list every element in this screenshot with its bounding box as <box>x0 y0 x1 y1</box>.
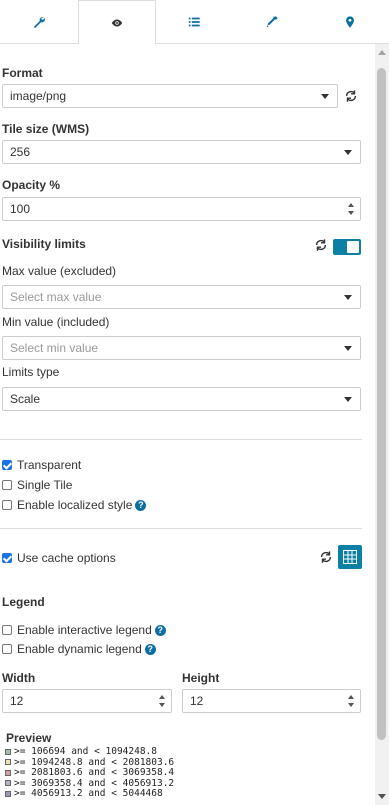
checkbox-unchecked[interactable] <box>2 644 12 654</box>
width-input[interactable]: 12 <box>2 689 172 713</box>
help-icon[interactable]: ? <box>144 643 156 655</box>
max-value-select[interactable]: Select max value <box>2 285 361 309</box>
limits-type-label: Limits type <box>2 365 60 379</box>
help-icon[interactable]: ? <box>135 499 147 511</box>
legend-entry: >= 4056913.2 and < 5044468 <box>5 788 163 799</box>
height-label: Height <box>182 671 220 685</box>
legend-entry: >= 3069358.4 and < 4056913.2 <box>5 778 174 789</box>
width-label: Width <box>2 671 36 685</box>
checkbox-checked[interactable] <box>2 460 12 470</box>
localized-style-label: Enable localized style <box>17 498 133 512</box>
single-tile-label: Single Tile <box>17 478 73 492</box>
legend-swatch <box>5 780 11 787</box>
opacity-stepper[interactable] <box>345 198 357 220</box>
dynamic-legend-label: Enable dynamic legend <box>17 642 142 656</box>
scrollbar-thumb[interactable] <box>377 68 386 740</box>
scroll-up-arrow[interactable] <box>378 50 386 55</box>
wrench-icon <box>33 16 45 28</box>
transparent-checkbox[interactable]: Transparent <box>2 458 81 472</box>
single-tile-checkbox[interactable]: Single Tile <box>2 478 72 492</box>
interactive-legend-label: Enable interactive legend <box>17 623 152 637</box>
format-select[interactable]: image/png <box>2 84 338 108</box>
grid-icon <box>343 550 357 564</box>
checkbox-unchecked[interactable] <box>2 625 12 635</box>
legend-entry-label: >= 2081803.6 and < 3069358.4 <box>14 767 175 779</box>
legend-swatch <box>5 769 11 776</box>
localized-style-checkbox[interactable]: Enable localized style ? <box>2 498 147 512</box>
legend-entry: >= 2081803.6 and < 3069358.4 <box>5 767 174 778</box>
opacity-value: 100 <box>10 202 31 216</box>
checkbox-checked[interactable] <box>2 553 12 563</box>
divider <box>0 528 362 529</box>
format-label: Format <box>2 66 43 80</box>
legend-entry-label: >= 4056913.2 and < 5044468 <box>14 788 163 800</box>
use-cache-checkbox[interactable]: Use cache options <box>2 551 116 565</box>
legend-swatch <box>5 790 11 797</box>
legend-title: Legend <box>2 595 45 609</box>
legend-entry-label: >= 106694 and < 1094248.8 <box>14 746 157 757</box>
legend-swatch <box>5 748 11 755</box>
chevron-down-icon <box>321 93 329 99</box>
tab-display[interactable] <box>77 0 156 45</box>
dynamic-legend-checkbox[interactable]: Enable dynamic legend ? <box>2 642 156 656</box>
legend-entry-label: >= 1094248.8 and < 2081803.6 <box>14 756 175 768</box>
refresh-icon[interactable] <box>314 238 328 252</box>
tab-feature-info[interactable] <box>311 0 389 44</box>
help-icon[interactable]: ? <box>154 624 166 636</box>
cache-grid-button[interactable] <box>338 545 362 569</box>
visibility-limits-label: Visibility limits <box>2 237 86 251</box>
width-value: 12 <box>10 694 24 708</box>
scroll-down-arrow[interactable] <box>378 794 386 799</box>
legend-entry: >= 1094248.8 and < 2081803.6 <box>5 757 174 768</box>
use-cache-label: Use cache options <box>17 551 116 565</box>
refresh-icon[interactable] <box>319 550 333 564</box>
chevron-down-icon <box>344 294 352 300</box>
map-marker-icon <box>346 16 355 28</box>
tab-fields[interactable] <box>156 0 234 44</box>
opacity-label: Opacity % <box>2 178 61 192</box>
height-stepper[interactable] <box>345 690 357 712</box>
eye-icon <box>111 19 122 26</box>
tile-size-select[interactable]: 256 <box>2 140 361 164</box>
width-stepper[interactable] <box>156 690 168 712</box>
checkbox-unchecked[interactable] <box>2 500 12 510</box>
preview-label: Preview <box>6 731 52 745</box>
limits-type-value: Scale <box>10 392 41 406</box>
tab-general[interactable] <box>0 0 78 44</box>
format-value: image/png <box>10 89 67 103</box>
legend-entry: >= 106694 and < 1094248.8 <box>5 746 157 757</box>
tile-size-label: Tile size (WMS) <box>2 122 90 136</box>
min-value-placeholder: Select min value <box>10 341 99 355</box>
visibility-limits-toggle[interactable] <box>333 239 361 255</box>
divider <box>0 439 362 440</box>
max-value-placeholder: Select max value <box>10 290 102 304</box>
legend-entry-label: >= 3069358.4 and < 4056913.2 <box>14 777 175 789</box>
tab-bar <box>0 0 389 45</box>
transparent-label: Transparent <box>17 458 82 472</box>
list-icon <box>189 17 201 27</box>
checkbox-unchecked[interactable] <box>2 480 12 490</box>
legend-swatch <box>5 759 11 766</box>
chevron-down-icon <box>344 396 352 402</box>
min-value-label: Min value (included) <box>2 315 110 329</box>
tab-style[interactable] <box>233 0 311 44</box>
refresh-icon[interactable] <box>344 89 358 103</box>
chevron-down-icon <box>344 345 352 351</box>
height-value: 12 <box>190 694 204 708</box>
chevron-down-icon <box>344 149 352 155</box>
height-input[interactable]: 12 <box>182 689 361 713</box>
opacity-input[interactable]: 100 <box>2 197 361 221</box>
limits-type-select[interactable]: Scale <box>2 387 361 411</box>
dropper-icon <box>267 16 278 28</box>
interactive-legend-checkbox[interactable]: Enable interactive legend ? <box>2 623 166 637</box>
tile-size-value: 256 <box>10 145 31 159</box>
min-value-select[interactable]: Select min value <box>2 336 361 360</box>
max-value-label: Max value (excluded) <box>2 264 117 278</box>
